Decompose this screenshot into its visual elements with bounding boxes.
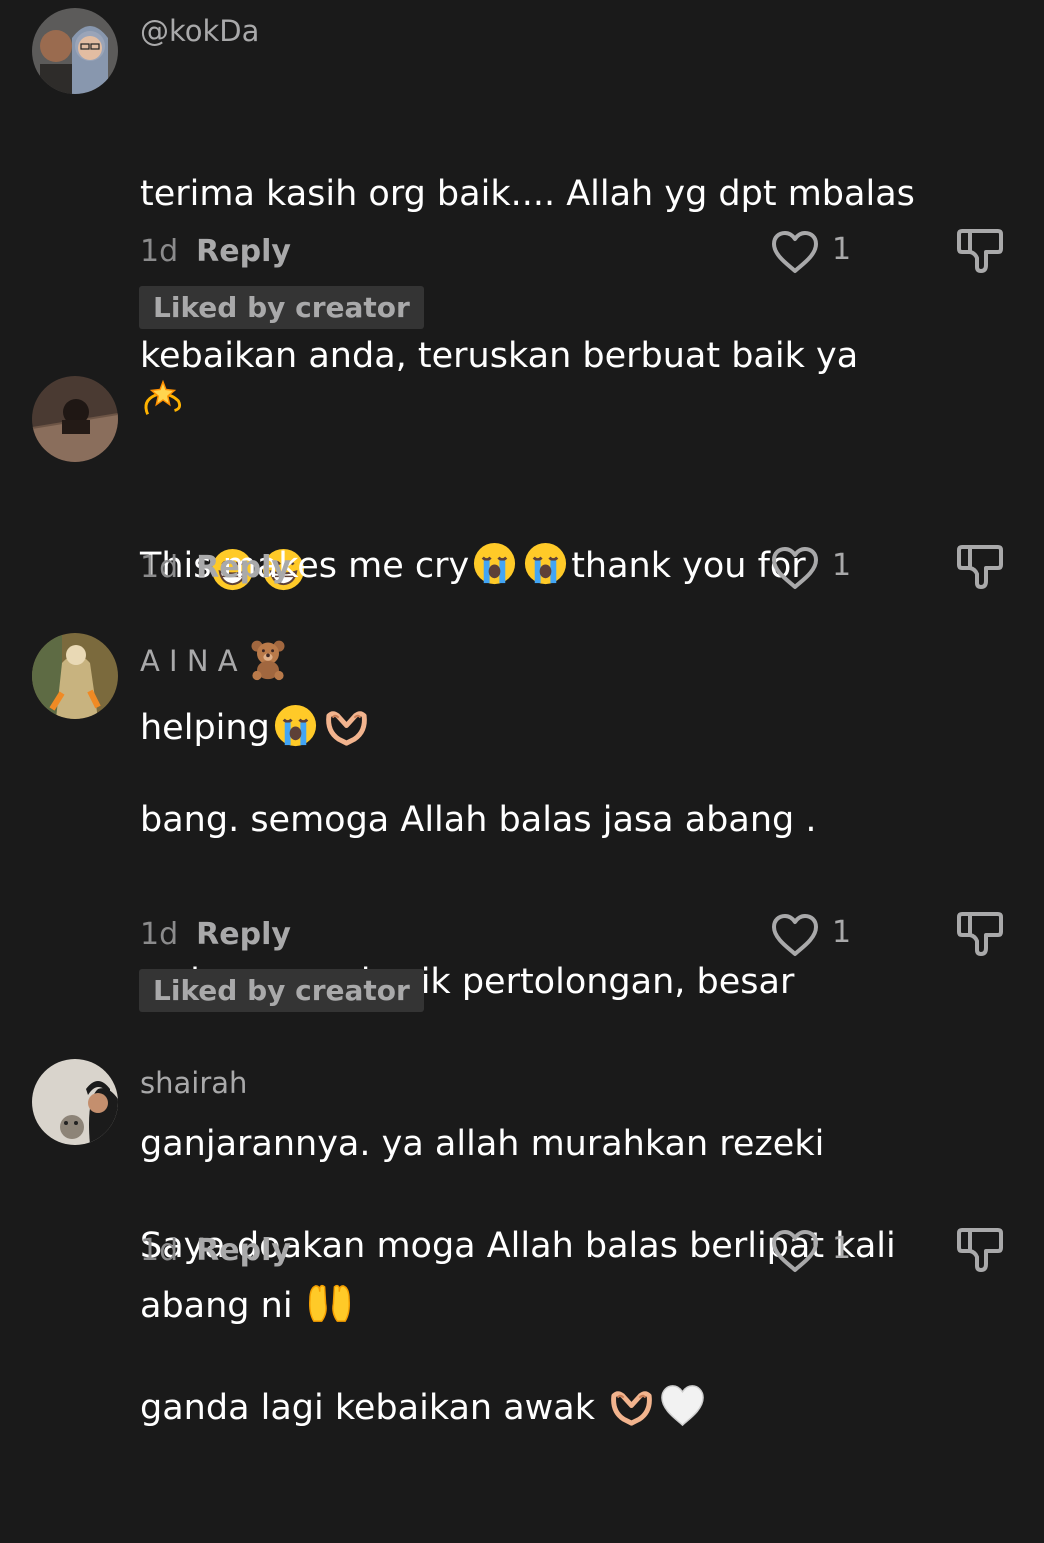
comment-text-line: ganda lagi kebaikan awak <box>140 1381 940 1435</box>
thumbs-down-icon <box>956 1224 1004 1274</box>
thumbs-down-icon <box>956 908 1004 958</box>
avatar[interactable] <box>32 376 118 462</box>
like-count: 1 <box>832 1231 852 1266</box>
reply-button[interactable]: Reply <box>196 917 291 952</box>
comment-text-segment: ganda lagi kebaikan awak <box>140 1388 607 1428</box>
avatar[interactable] <box>32 633 118 719</box>
avatar[interactable] <box>32 1059 118 1145</box>
white-heart-emoji <box>659 1382 706 1429</box>
comment-username-text: A I N A <box>140 644 238 678</box>
thumbs-down-icon <box>956 225 1004 275</box>
dislike-button[interactable] <box>956 541 1004 591</box>
heart-hands-emoji <box>608 1382 655 1429</box>
comment-text: Saya doakan moga Allah balas berlipat ka… <box>140 1111 940 1543</box>
heart-icon <box>770 911 820 961</box>
comment-meta: 1d Reply <box>140 917 291 953</box>
comment-meta: 1d Reply <box>140 550 291 586</box>
reply-button[interactable]: Reply <box>196 1233 291 1268</box>
comment-meta: 1d Reply <box>140 1233 291 1269</box>
like-count: 1 <box>832 232 852 267</box>
comment-meta: 1d Reply <box>140 234 291 270</box>
heart-icon <box>770 1227 820 1277</box>
heart-icon <box>770 228 820 278</box>
dislike-button[interactable] <box>956 225 1004 275</box>
comment-time: 1d <box>140 234 179 269</box>
dislike-button[interactable] <box>956 908 1004 958</box>
like-button[interactable]: 1 <box>770 1225 860 1275</box>
comment-text-line: bang. semoga Allah balas jasa abang . <box>140 800 817 840</box>
comment-username[interactable]: @kokDa <box>140 13 259 49</box>
liked-by-creator-badge: Liked by creator <box>139 969 424 1012</box>
comment-username[interactable] <box>140 376 186 422</box>
teddy-bear-emoji <box>246 637 290 681</box>
comment-time: 1d <box>140 917 179 952</box>
loudly-crying-face-emoji <box>522 540 569 587</box>
dislike-button[interactable] <box>956 1224 1004 1274</box>
reply-button[interactable]: Reply <box>196 234 291 269</box>
comment-username[interactable]: A I N A <box>140 637 290 681</box>
dizzy-emoji <box>140 376 186 422</box>
like-count: 1 <box>832 915 852 950</box>
comment-username[interactable]: shairah <box>140 1065 247 1101</box>
comment-text-line: terima kasih org baik.... Allah yg dpt m… <box>140 174 915 214</box>
comment-time: 1d <box>140 1233 179 1268</box>
like-button[interactable]: 1 <box>770 226 860 276</box>
like-button[interactable]: 1 <box>770 909 860 959</box>
reply-button[interactable]: Reply <box>196 550 291 585</box>
like-button[interactable]: 1 <box>770 542 860 592</box>
like-count: 1 <box>832 548 852 583</box>
comment-text-line: kebaikan anda, teruskan berbuat baik ya <box>140 336 859 376</box>
thumbs-down-icon <box>956 541 1004 591</box>
heart-icon <box>770 544 820 594</box>
liked-by-creator-badge: Liked by creator <box>139 286 424 329</box>
loudly-crying-face-emoji <box>471 540 518 587</box>
comment-time: 1d <box>140 550 179 585</box>
avatar[interactable] <box>32 8 118 94</box>
